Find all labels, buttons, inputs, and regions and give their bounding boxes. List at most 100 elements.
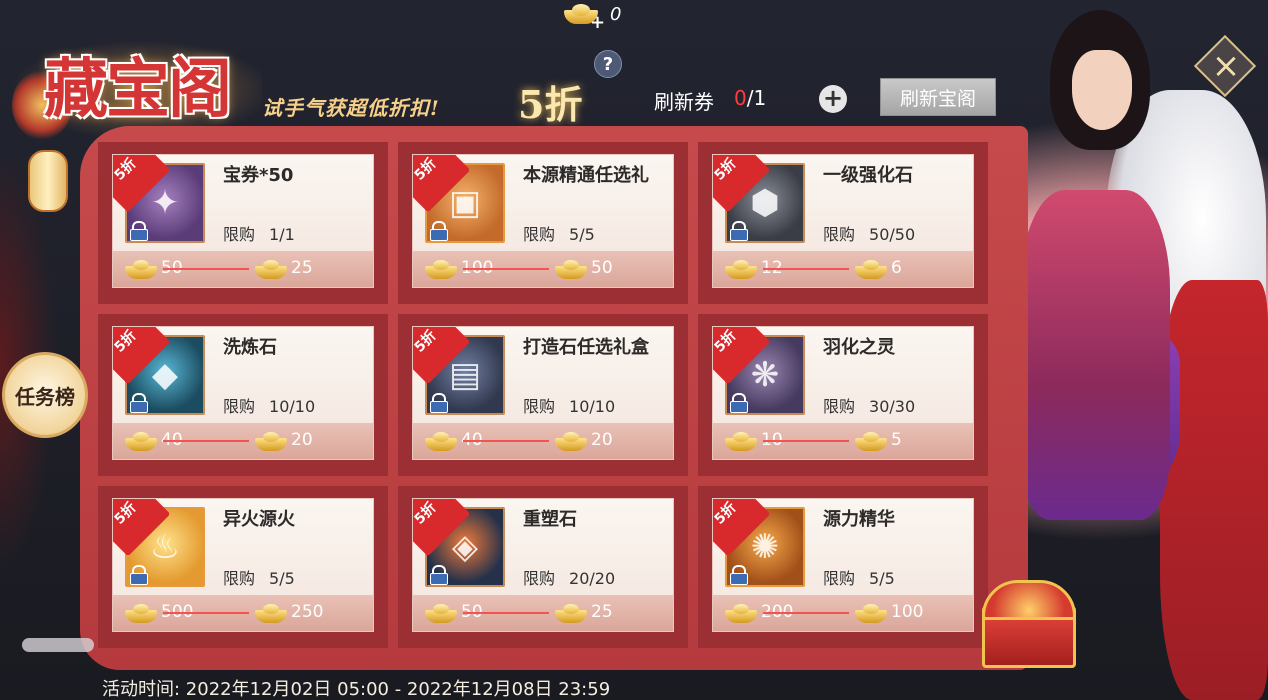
strikethrough [163, 440, 249, 442]
currency-display[interactable]: + 0 [560, 2, 621, 33]
strikethrough [763, 440, 849, 442]
item-card[interactable]: 5折 ✦ 宝券*50 限购 1/1 50 25 [112, 154, 374, 288]
strikethrough [763, 268, 849, 270]
item-name: 源力精华 [823, 509, 895, 530]
price-row[interactable]: 12 6 [713, 255, 973, 283]
gold-ingot-icon [253, 257, 291, 281]
refresh-ticket-count: 0/1 [734, 86, 767, 110]
item-grid: 5折 ✦ 宝券*50 限购 1/1 50 25 5折 ▣ 本源精通任选礼 限购 5/… [98, 142, 988, 648]
refresh-shop-button[interactable]: 刷新宝阁 [880, 78, 996, 116]
drawer-handle[interactable] [22, 638, 94, 652]
item-slot: 5折 ❋ 羽化之灵 限购 30/30 10 5 [698, 314, 988, 476]
subtitle: 试手气获超低折扣! [262, 96, 440, 120]
discount-ribbon: 5折 [413, 155, 469, 211]
strikethrough [463, 612, 549, 614]
lock-icon [429, 393, 448, 413]
discount-ribbon: 5折 [113, 155, 169, 211]
item-card[interactable]: 5折 ◈ 重塑石 限购 20/20 50 25 [412, 498, 674, 632]
help-icon[interactable]: ? [594, 50, 622, 78]
purchase-limit: 限购 5/5 [823, 569, 895, 588]
item-name: 异火源火 [223, 509, 295, 530]
item-name: 重塑石 [523, 509, 577, 530]
discount-ribbon: 5折 [713, 327, 769, 383]
item-name: 本源精通任选礼 [523, 165, 649, 186]
sale-price: 20 [591, 430, 613, 450]
lock-icon [729, 393, 748, 413]
gold-ingot-icon [123, 429, 161, 453]
item-slot: 5折 ⬢ 一级强化石 限购 50/50 12 6 [698, 142, 988, 304]
dress [1020, 190, 1170, 520]
gold-ingot-icon [723, 429, 761, 453]
item-card[interactable]: 5折 ▤ 打造石任选礼盒 限购 10/10 40 20 [412, 326, 674, 460]
item-card[interactable]: 5折 ▣ 本源精通任选礼 限购 5/5 100 50 [412, 154, 674, 288]
item-slot: 5折 ▤ 打造石任选礼盒 限购 10/10 40 20 [398, 314, 688, 476]
gold-ingot-icon: + [560, 2, 605, 33]
item-card[interactable]: 5折 ❋ 羽化之灵 限购 30/30 10 5 [712, 326, 974, 460]
discount-ribbon: 5折 [113, 327, 169, 383]
gold-ingot-icon [423, 429, 461, 453]
price-row[interactable]: 100 50 [413, 255, 673, 283]
gold-ingot-icon [253, 601, 291, 625]
price-row[interactable]: 500 250 [113, 599, 373, 627]
close-icon[interactable]: × [1211, 46, 1241, 86]
discount-ribbon: 5折 [713, 155, 769, 211]
gold-ingot-icon [253, 429, 291, 453]
item-card[interactable]: 5折 ✺ 源力精华 限购 5/5 200 100 [712, 498, 974, 632]
lock-icon [729, 565, 748, 585]
price-row[interactable]: 10 5 [713, 427, 973, 455]
sale-price: 250 [291, 602, 324, 622]
strikethrough [163, 612, 249, 614]
gold-ingot-icon [723, 601, 761, 625]
strikethrough [463, 268, 549, 270]
lock-icon [129, 565, 148, 585]
price-row[interactable]: 200 100 [713, 599, 973, 627]
item-card[interactable]: 5折 ♨ 异火源火 限购 5/5 500 250 [112, 498, 374, 632]
purchase-limit: 限购 1/1 [223, 225, 295, 244]
gold-ingot-icon [123, 601, 161, 625]
page-title: 藏宝阁 [44, 52, 232, 127]
price-row[interactable]: 50 25 [113, 255, 373, 283]
sale-price: 25 [291, 258, 313, 278]
gold-ingot-icon [853, 429, 891, 453]
red-scarf [1160, 280, 1268, 700]
price-row[interactable]: 40 20 [413, 427, 673, 455]
sale-price: 50 [591, 258, 613, 278]
lock-icon [429, 565, 448, 585]
gold-ingot-icon [423, 601, 461, 625]
purchase-limit: 限购 10/10 [223, 397, 316, 416]
add-refresh-ticket-button[interactable]: + [819, 85, 847, 113]
add-currency-icon[interactable]: + [590, 12, 605, 33]
price-row[interactable]: 40 20 [113, 427, 373, 455]
task-list-button[interactable]: 任务榜 [2, 352, 88, 438]
item-name: 打造石任选礼盒 [523, 337, 649, 358]
lock-icon [129, 393, 148, 413]
discount-ribbon: 5折 [113, 499, 169, 555]
discount-ribbon: 5折 [413, 499, 469, 555]
item-name: 洗炼石 [223, 337, 277, 358]
sale-price: 20 [291, 430, 313, 450]
sale-price: 25 [591, 602, 613, 622]
purchase-limit: 限购 30/30 [823, 397, 916, 416]
item-card[interactable]: 5折 ⬢ 一级强化石 限购 50/50 12 6 [712, 154, 974, 288]
lock-icon [129, 221, 148, 241]
treasure-chest-icon[interactable] [976, 576, 1076, 668]
strikethrough [163, 268, 249, 270]
item-card[interactable]: 5折 ◆ 洗炼石 限购 10/10 40 20 [112, 326, 374, 460]
item-slot: 5折 ◈ 重塑石 限购 20/20 50 25 [398, 486, 688, 648]
purchase-limit: 限购 20/20 [523, 569, 616, 588]
gold-ingot-icon [553, 429, 591, 453]
lock-icon [729, 221, 748, 241]
gold-ingot-icon [423, 257, 461, 281]
purchase-limit: 限购 5/5 [523, 225, 595, 244]
item-slot: 5折 ◆ 洗炼石 限购 10/10 40 20 [98, 314, 388, 476]
purchase-limit: 限购 50/50 [823, 225, 916, 244]
title-banner: 藏宝阁 [12, 30, 262, 140]
purchase-limit: 限购 10/10 [523, 397, 616, 416]
gold-ingot-icon [553, 601, 591, 625]
refresh-ticket-label: 刷新券 [654, 90, 714, 114]
price-row[interactable]: 50 25 [413, 599, 673, 627]
item-name: 一级强化石 [823, 165, 913, 186]
item-name: 宝券*50 [223, 165, 294, 186]
discount-ribbon: 5折 [713, 499, 769, 555]
strikethrough [763, 612, 849, 614]
